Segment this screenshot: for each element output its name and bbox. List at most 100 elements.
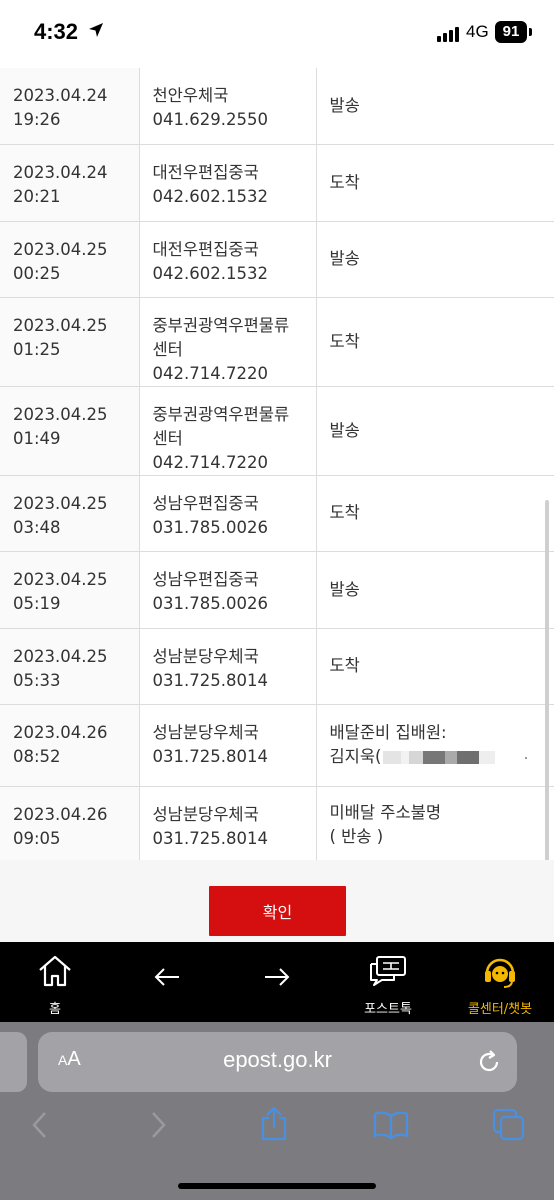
table-row: 2023.04.25 01:49 중부권광역우편물류 센터 042.714.7220 발송 xyxy=(0,385,554,476)
signal-icon xyxy=(437,26,463,42)
status-cell: 도착 xyxy=(315,474,554,552)
office-cell: 성남분당우체국 031.725.8014 xyxy=(138,785,317,864)
tracking-table: 2023.04.24 19:26 천안우체국 041.629.2550 발송 2023.0… xyxy=(0,68,554,864)
row-phone[interactable]: 031.785.0026 xyxy=(153,516,304,540)
table-row: 2023.04.26 08:52 성남분당우체국 031.725.8014 배달준비 집… xyxy=(0,703,554,787)
row-phone[interactable]: 031.725.8014 xyxy=(153,745,304,769)
row-office: 성남우편집중국 xyxy=(152,493,259,513)
nav-home-label: 홈 xyxy=(49,1002,61,1017)
datetime-cell: 2023.04.25 00:25 xyxy=(0,220,140,298)
row-date: 2023.04.24 xyxy=(13,86,108,105)
row-phone[interactable]: 042.714.7220 xyxy=(153,451,304,475)
battery-tip xyxy=(529,28,532,36)
office-cell: 천안우체국 041.629.2550 xyxy=(138,68,317,145)
safari-toolbar: AA epost.go.kr xyxy=(0,1022,554,1200)
reload-icon[interactable] xyxy=(476,1049,502,1075)
table-row: 2023.04.24 20:21 대전우편집중국 042.602.1532 도착 xyxy=(0,143,554,222)
datetime-cell: 2023.04.25 05:19 xyxy=(0,550,140,629)
row-status: 미배달 주소불명 xyxy=(329,802,442,822)
network-type: 4G xyxy=(466,22,489,41)
nav-posttalk-label: 포스트톡 xyxy=(364,1002,412,1017)
row-phone[interactable]: 031.785.0026 xyxy=(153,592,304,616)
confirm-button[interactable]: 확인 xyxy=(209,886,346,936)
status-time: 4:32 xyxy=(34,19,79,44)
datetime-cell: 2023.04.24 19:26 xyxy=(0,68,140,145)
bookmarks-icon[interactable] xyxy=(373,1110,409,1140)
forward-chevron-icon[interactable] xyxy=(148,1110,168,1140)
table-row: 2023.04.25 05:33 성남분당우체국 031.725.8014 도착 xyxy=(0,627,554,705)
row-office: 성남분당우체국 xyxy=(152,646,259,666)
datetime-cell: 2023.04.25 05:33 xyxy=(0,627,140,705)
status-bar: 4:32 4G 91 xyxy=(0,0,554,68)
row-office: 천안우체국 xyxy=(152,86,229,105)
nav-forward[interactable] xyxy=(250,942,304,1022)
office-cell: 대전우편집중국 042.602.1532 xyxy=(138,143,317,222)
nav-home[interactable]: 홈 xyxy=(20,942,90,1022)
redaction-dot xyxy=(525,756,528,759)
row-phone[interactable]: 031.725.8014 xyxy=(153,827,304,851)
status-cell: 도착 xyxy=(315,627,554,705)
previous-tab-preview[interactable] xyxy=(0,1032,27,1092)
nav-back[interactable] xyxy=(140,942,194,1022)
row-status: 도착 xyxy=(329,172,360,192)
row-status: 발송 xyxy=(329,95,360,115)
row-phone[interactable]: 042.714.7220 xyxy=(153,362,304,386)
office-cell: 중부권광역우편물류 센터 042.714.7220 xyxy=(138,296,317,387)
share-icon[interactable] xyxy=(259,1106,289,1142)
row-office: 대전우편집중국 xyxy=(152,239,259,259)
table-row: 2023.04.25 05:19 성남우편집중국 031.785.0026 발송 xyxy=(0,550,554,629)
row-time: 01:49 xyxy=(13,428,61,448)
posttalk-chat-icon xyxy=(370,956,406,986)
status-cell: 발송 xyxy=(315,220,554,298)
nav-callcenter-label: 콜센터/챗봇 xyxy=(467,1002,533,1017)
tabs-icon[interactable] xyxy=(492,1108,526,1142)
table-row: 2023.04.25 00:25 대전우편집중국 042.602.1532 발송 xyxy=(0,220,554,298)
confirm-area: 확인 xyxy=(0,860,554,942)
row-date: 2023.04.25 xyxy=(13,404,108,424)
row-office: 중부권광역우편물류 xyxy=(152,315,290,335)
datetime-cell: 2023.04.25 01:25 xyxy=(0,296,140,387)
row-status-line2-text: 김지욱( xyxy=(329,747,382,766)
row-office: 성남우편집중국 xyxy=(152,569,259,589)
status-cell: 발송 xyxy=(315,550,554,629)
row-status-line2: ( 반송 ) xyxy=(330,825,543,849)
table-row: 2023.04.24 19:26 천안우체국 041.629.2550 발송 xyxy=(0,68,554,145)
headset-icon xyxy=(485,958,515,988)
row-date: 2023.04.25 xyxy=(13,239,108,259)
row-time: 08:52 xyxy=(13,746,61,766)
row-phone[interactable]: 042.602.1532 xyxy=(153,262,304,286)
row-time: 19:26 xyxy=(13,110,61,129)
status-cell: 도착 xyxy=(315,143,554,222)
tracking-table-container[interactable]: 2023.04.24 19:26 천안우체국 041.629.2550 발송 2023.0… xyxy=(0,68,554,864)
table-row: 2023.04.25 01:25 중부권광역우편물류 센터 042.714.7220 도착 xyxy=(0,296,554,387)
row-office: 성남분당우체국 xyxy=(152,804,259,824)
nav-callcenter[interactable]: 콜센터/챗봇 xyxy=(456,942,544,1022)
office-cell: 성남우편집중국 031.785.0026 xyxy=(138,474,317,552)
row-phone[interactable]: 031.725.8014 xyxy=(153,669,304,693)
status-cell: 미배달 주소불명 ( 반송 ) xyxy=(315,785,554,864)
row-date: 2023.04.25 xyxy=(13,646,108,666)
datetime-cell: 2023.04.25 03:48 xyxy=(0,474,140,552)
row-phone[interactable]: 041.629.2550 xyxy=(153,108,304,132)
home-indicator xyxy=(178,1183,376,1189)
row-status: 발송 xyxy=(329,579,360,599)
status-cell: 배달준비 집배원: 김지욱( xyxy=(315,703,554,787)
address-bar[interactable]: AA epost.go.kr xyxy=(38,1032,517,1092)
redacted-phone xyxy=(383,751,496,764)
back-chevron-icon[interactable] xyxy=(30,1110,50,1140)
row-date: 2023.04.25 xyxy=(13,569,108,589)
row-status: 발송 xyxy=(329,249,360,268)
row-office-line2: 센터 xyxy=(152,428,183,448)
row-status: 도착 xyxy=(329,656,360,675)
row-time: 05:33 xyxy=(13,670,61,690)
row-date: 2023.04.24 xyxy=(13,162,108,182)
row-date: 2023.04.25 xyxy=(13,493,108,513)
row-time: 00:25 xyxy=(13,263,61,283)
row-date: 2023.04.25 xyxy=(13,315,108,335)
home-icon xyxy=(39,955,71,987)
row-status: 도착 xyxy=(329,331,360,351)
nav-posttalk[interactable]: 포스트톡 xyxy=(352,942,424,1022)
row-time: 20:21 xyxy=(13,186,61,206)
row-time: 09:05 xyxy=(13,828,61,848)
row-phone[interactable]: 042.602.1532 xyxy=(153,185,304,209)
